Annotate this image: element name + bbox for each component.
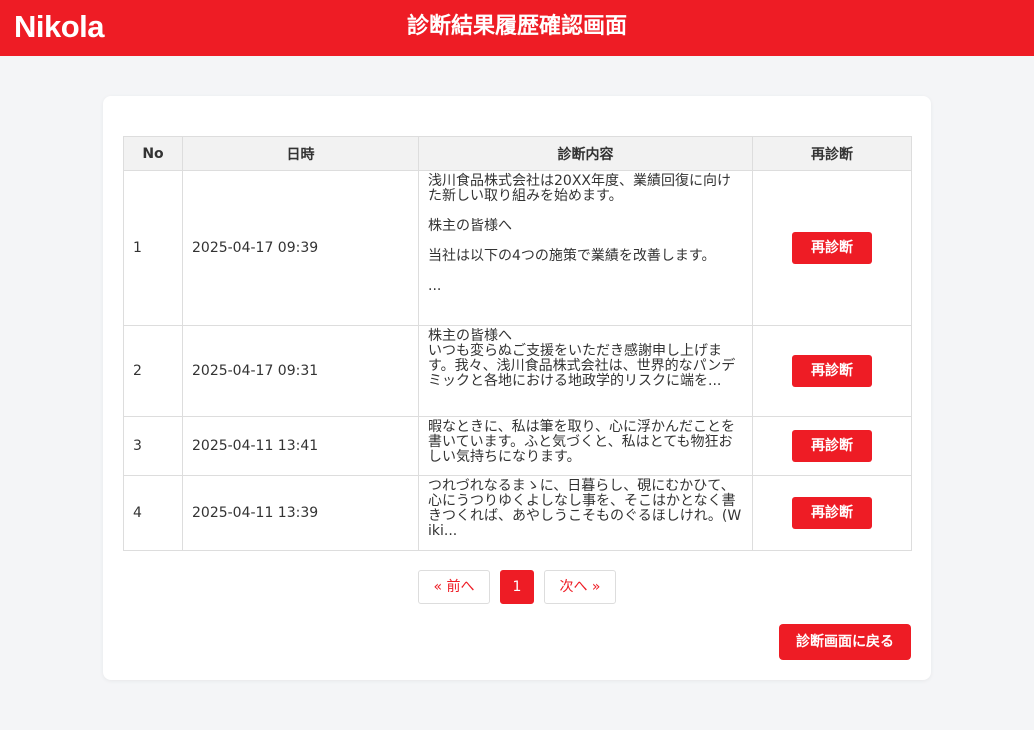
row-no: 2	[123, 325, 183, 417]
rediagnose-button[interactable]: 再診断	[792, 430, 872, 462]
row-content: つれづれなるまゝに、日暮らし、硯にむかひて、心にうつりゆくよしなし事を、そこはか…	[418, 475, 753, 551]
back-to-diagnosis-button[interactable]: 診断画面に戻る	[779, 624, 911, 660]
history-card: No 日時 診断内容 再診断 1 2025-04-17 09:39 浅川食品株式…	[103, 96, 931, 680]
table-row: 3 2025-04-11 13:41 暇なときに、私は筆を取り、心に浮かんだこと…	[123, 416, 912, 476]
column-header-rediagnose: 再診断	[752, 136, 912, 171]
column-header-no: No	[123, 136, 183, 171]
column-header-content: 診断内容	[418, 136, 753, 171]
history-table: No 日時 診断内容 再診断 1 2025-04-17 09:39 浅川食品株式…	[123, 136, 912, 551]
column-header-datetime: 日時	[182, 136, 419, 171]
row-content: 浅川食品株式会社は20XX年度、業績回復に向けた新しい取り組みを始めます。 株主…	[418, 170, 753, 326]
row-no: 4	[123, 475, 183, 551]
rediagnose-button[interactable]: 再診断	[792, 232, 872, 264]
table-header-row: No 日時 診断内容 再診断	[123, 136, 912, 171]
current-page-button[interactable]: 1	[500, 570, 534, 604]
row-no: 3	[123, 416, 183, 476]
header-bar: Nikola 診断結果履歴確認画面	[0, 0, 1034, 56]
row-datetime: 2025-04-11 13:39	[182, 475, 419, 551]
page-title: 診断結果履歴確認画面	[406, 14, 627, 39]
rediagnose-button[interactable]: 再診断	[792, 497, 872, 529]
row-datetime: 2025-04-17 09:39	[182, 170, 419, 326]
row-datetime: 2025-04-17 09:31	[182, 325, 419, 417]
table-row: 1 2025-04-17 09:39 浅川食品株式会社は20XX年度、業績回復に…	[123, 170, 912, 326]
pagination: « 前へ 1 次へ »	[103, 570, 931, 604]
prev-page-button[interactable]: « 前へ	[418, 570, 490, 604]
next-page-button[interactable]: 次へ »	[544, 570, 616, 604]
table-row: 4 2025-04-11 13:39 つれづれなるまゝに、日暮らし、硯にむかひて…	[123, 475, 912, 551]
table-row: 2 2025-04-17 09:31 株主の皆様へ いつも変らぬご支援をいただき…	[123, 325, 912, 417]
rediagnose-button[interactable]: 再診断	[792, 355, 872, 387]
row-datetime: 2025-04-11 13:41	[182, 416, 419, 476]
row-no: 1	[123, 170, 183, 326]
row-content: 株主の皆様へ いつも変らぬご支援をいただき感謝申し上げます。我々、浅川食品株式会…	[418, 325, 753, 417]
row-content: 暇なときに、私は筆を取り、心に浮かんだことを書いています。ふと気づくと、私はとて…	[418, 416, 753, 476]
